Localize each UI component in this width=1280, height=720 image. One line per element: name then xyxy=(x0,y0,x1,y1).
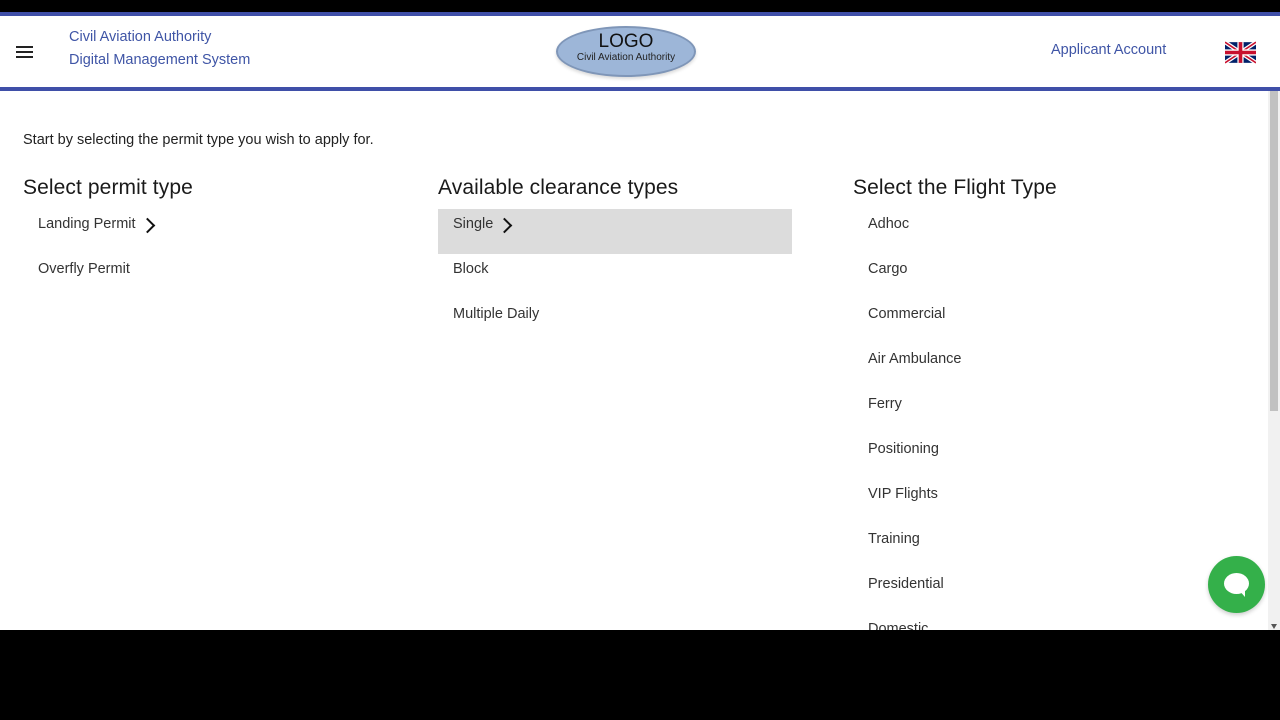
clearance-item-multiple-daily[interactable]: Multiple Daily xyxy=(438,299,828,344)
hamburger-menu-icon[interactable] xyxy=(16,46,34,60)
scroll-down-arrow-icon[interactable] xyxy=(1271,624,1277,629)
flight-type-list: Adhoc Cargo Commercial Air Ambulance Fer… xyxy=(853,209,1243,630)
logo-sub-text: Civil Aviation Authority xyxy=(576,52,676,63)
flight-item-adhoc[interactable]: Adhoc xyxy=(853,209,1243,254)
flight-item-cargo[interactable]: Cargo xyxy=(853,254,1243,299)
flight-item-presidential[interactable]: Presidential xyxy=(853,569,1243,614)
permit-item-landing[interactable]: Landing Permit xyxy=(23,209,413,254)
logo: LOGO Civil Aviation Authority xyxy=(556,26,696,77)
permit-item-label: Landing Permit xyxy=(38,216,136,232)
brand: Civil Aviation Authority Digital Managem… xyxy=(69,26,250,72)
flight-item-positioning[interactable]: Positioning xyxy=(853,434,1243,479)
main-content: Start by selecting the permit type you w… xyxy=(0,91,1268,630)
clearance-item-block[interactable]: Block xyxy=(438,254,828,299)
flight-item-air-ambulance[interactable]: Air Ambulance xyxy=(853,344,1243,389)
clearance-item-single[interactable]: Single xyxy=(438,209,792,254)
flight-item-vip-flights[interactable]: VIP Flights xyxy=(853,479,1243,524)
permit-type-list: Landing Permit Overfly Permit xyxy=(23,209,413,299)
applicant-account-link[interactable]: Applicant Account xyxy=(1051,42,1166,58)
intro-text: Start by selecting the permit type you w… xyxy=(23,132,374,148)
clearance-type-list: Single Block Multiple Daily xyxy=(438,209,828,344)
permit-type-column: Select permit type Landing Permit Overfl… xyxy=(23,174,413,299)
scrollbar[interactable] xyxy=(1268,91,1280,630)
permit-item-overfly[interactable]: Overfly Permit xyxy=(23,254,413,299)
chat-bubble-icon xyxy=(1224,573,1249,594)
header: Civil Aviation Authority Digital Managem… xyxy=(0,16,1280,87)
flight-type-column: Select the Flight Type Adhoc Cargo Comme… xyxy=(853,174,1243,630)
chat-bubble-tail xyxy=(1238,589,1245,597)
brand-line-1: Civil Aviation Authority xyxy=(69,29,212,45)
chat-button[interactable] xyxy=(1208,556,1265,613)
brand-line-2: Digital Management System xyxy=(69,52,251,68)
scrollbar-thumb[interactable] xyxy=(1270,91,1278,411)
page: Civil Aviation Authority Digital Managem… xyxy=(0,0,1280,720)
uk-flag-icon[interactable] xyxy=(1223,40,1258,65)
clearance-item-label: Multiple Daily xyxy=(453,306,540,322)
permit-type-title: Select permit type xyxy=(23,176,193,199)
flight-item-domestic[interactable]: Domestic xyxy=(853,614,1243,630)
clearance-type-title: Available clearance types xyxy=(438,176,679,199)
clearance-item-label: Single xyxy=(453,216,494,232)
flight-type-title: Select the Flight Type xyxy=(853,176,1057,199)
flight-item-commercial[interactable]: Commercial xyxy=(853,299,1243,344)
chevron-right-icon xyxy=(139,217,155,234)
chevron-right-icon xyxy=(497,217,513,234)
clearance-type-column: Available clearance types Single Block M… xyxy=(438,174,828,344)
clearance-item-label: Block xyxy=(453,261,489,277)
logo-main-text: LOGO xyxy=(598,31,654,52)
permit-item-label: Overfly Permit xyxy=(38,261,130,277)
flight-item-ferry[interactable]: Ferry xyxy=(853,389,1243,434)
flight-item-training[interactable]: Training xyxy=(853,524,1243,569)
